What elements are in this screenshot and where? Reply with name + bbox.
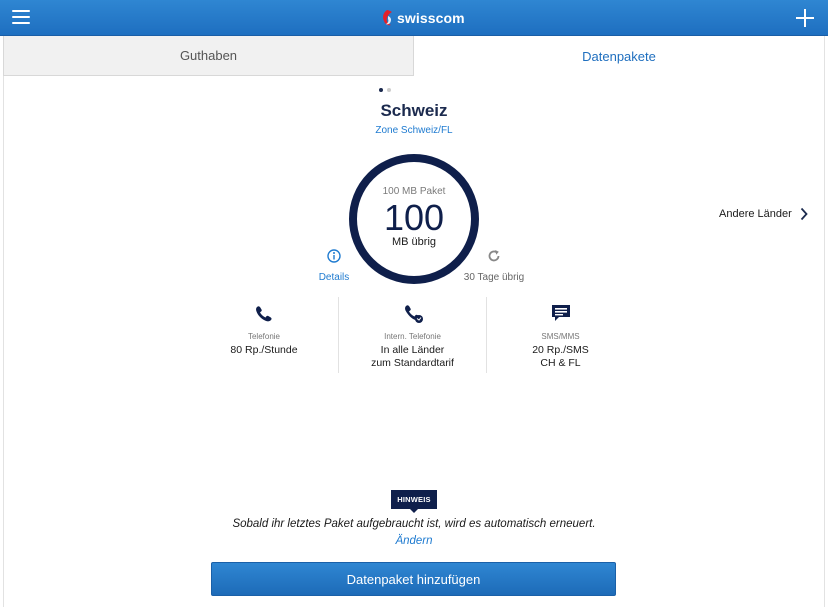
brand-logo: swisscom xyxy=(380,9,465,27)
app-header: swisscom xyxy=(0,0,828,36)
pager-dot[interactable] xyxy=(387,88,391,92)
feature-label: Telefonie xyxy=(247,332,281,341)
package-label: 100 MB Paket xyxy=(382,186,446,197)
sms-icon xyxy=(551,305,570,321)
feature-sms-mms: SMS/MMS 20 Rp./SMS CH & FL xyxy=(486,297,634,373)
pager-dots xyxy=(379,88,391,92)
feature-intern-telefonie: Intern. Telefonie In alle Länder zum Sta… xyxy=(338,297,486,373)
hamburger-menu-icon[interactable] xyxy=(12,10,32,26)
remaining-value: 100 xyxy=(383,197,445,238)
details-label: Details xyxy=(318,272,350,283)
info-icon xyxy=(327,249,341,263)
chevron-right-icon xyxy=(800,207,808,221)
remaining-unit: MB übrig xyxy=(391,236,437,248)
change-link[interactable]: Ändern xyxy=(0,535,828,547)
feature-value: In alle Länder xyxy=(380,344,445,356)
pager-dot-active[interactable] xyxy=(379,88,383,92)
days-label: 30 Tage übrig xyxy=(463,272,525,283)
other-countries-link[interactable]: Andere Länder xyxy=(719,207,808,221)
tab-guthaben[interactable]: Guthaben xyxy=(3,36,414,76)
brand-name: swisscom xyxy=(397,10,465,26)
feature-list: Telefonie 80 Rp./Stunde Intern. Telefoni… xyxy=(190,297,636,373)
feature-value: 20 Rp./SMS xyxy=(532,344,589,356)
notice-text: Sobald ihr letztes Paket aufgebraucht is… xyxy=(232,518,596,530)
feature-value: CH & FL xyxy=(540,357,581,369)
feature-value: 80 Rp./Stunde xyxy=(230,344,298,356)
days-remaining: 30 Tage übrig xyxy=(458,249,530,283)
plus-icon[interactable] xyxy=(796,9,814,27)
add-data-package-button[interactable]: Datenpaket hinzufügen xyxy=(211,562,616,596)
notice-badge: HINWEIS xyxy=(391,490,437,513)
refresh-icon xyxy=(488,250,500,262)
phone-icon xyxy=(256,306,272,322)
tab-datenpakete[interactable]: Datenpakete xyxy=(414,36,825,76)
feature-label: Intern. Telefonie xyxy=(384,332,441,341)
zone-label: Zone Schweiz/FL xyxy=(375,125,453,136)
country-title: Schweiz xyxy=(380,101,448,120)
international-phone-icon xyxy=(404,305,423,323)
feature-telefonie: Telefonie 80 Rp./Stunde xyxy=(190,297,338,373)
tab-bar: Guthaben Datenpakete xyxy=(3,36,825,76)
feature-value: zum Standardtarif xyxy=(371,357,454,369)
swisscom-logo-icon xyxy=(383,10,392,26)
feature-label: SMS/MMS xyxy=(541,332,580,341)
details-button[interactable]: Details xyxy=(314,249,354,283)
other-countries-label: Andere Länder xyxy=(719,208,792,220)
